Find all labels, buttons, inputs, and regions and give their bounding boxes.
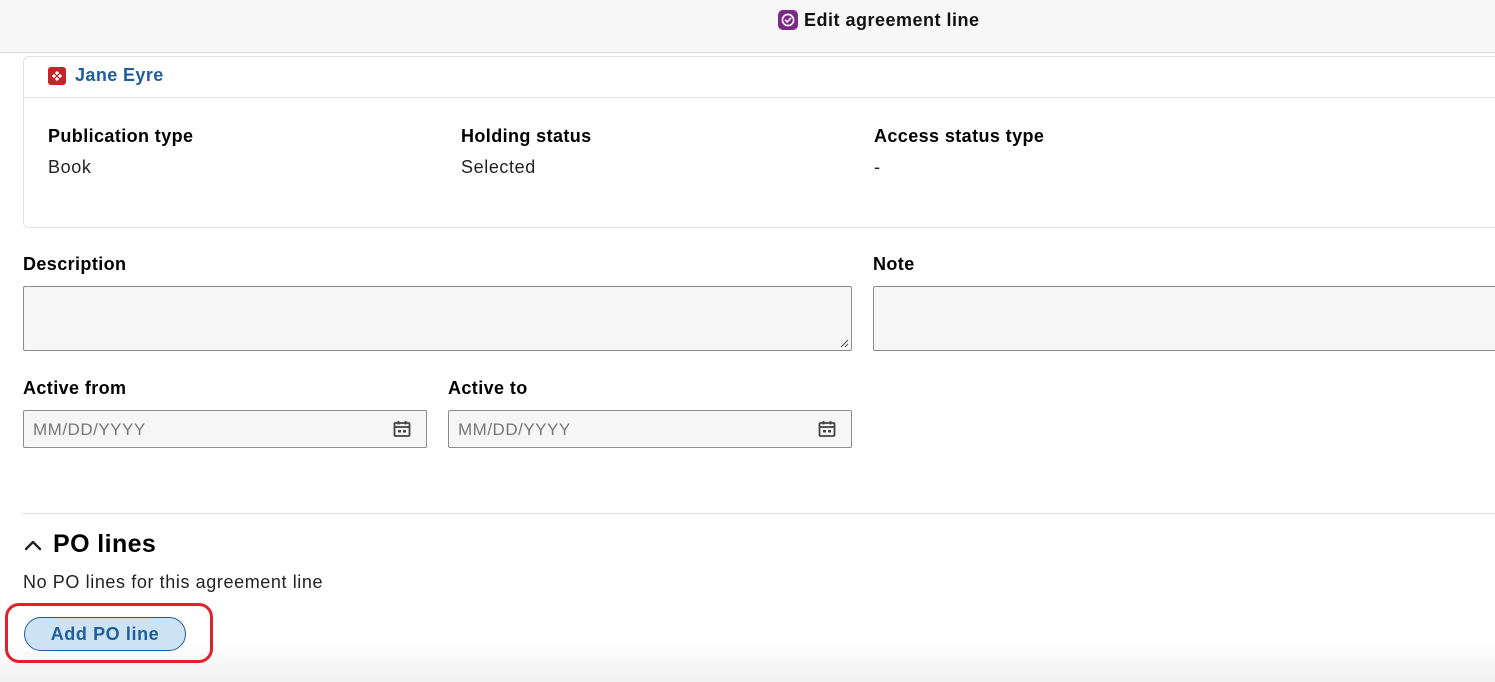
calendar-icon[interactable] — [817, 419, 837, 439]
active-from-placeholder: MM/DD/YYYY — [33, 420, 146, 439]
publication-type-field: Publication type Book — [48, 126, 193, 178]
active-to-input[interactable]: MM/DD/YYYY — [448, 410, 852, 448]
check-badge-icon — [778, 10, 798, 30]
active-to-label: Active to — [448, 378, 528, 398]
po-lines-empty-text: No PO lines for this agreement line — [23, 572, 324, 592]
publication-type-value: Book — [48, 157, 92, 177]
resource-title-link[interactable]: Jane Eyre — [75, 65, 164, 86]
holding-status-label: Holding status — [461, 126, 592, 146]
note-textarea[interactable] — [873, 286, 1495, 351]
publication-type-label: Publication type — [48, 126, 194, 146]
description-textarea[interactable] — [23, 286, 852, 351]
highlight-annotation — [5, 603, 213, 663]
bottom-shade — [0, 640, 1495, 682]
resize-grip-icon[interactable] — [839, 338, 849, 348]
chevron-up-icon[interactable] — [23, 538, 43, 552]
top-bar: Edit agreement line — [0, 0, 1495, 53]
note-label: Note — [873, 254, 915, 274]
resource-card: Jane Eyre Publication type Book Holding … — [23, 56, 1495, 228]
holding-status-field: Holding status Selected — [461, 126, 592, 178]
access-status-type-field: Access status type - — [874, 126, 1044, 178]
active-from-label: Active from — [23, 378, 127, 398]
po-lines-title: PO lines — [53, 530, 157, 558]
active-to-placeholder: MM/DD/YYYY — [458, 420, 571, 439]
description-label: Description — [23, 254, 127, 274]
page-title: Edit agreement line — [804, 9, 980, 30]
resource-icon — [48, 67, 66, 85]
active-from-input[interactable]: MM/DD/YYYY — [23, 410, 427, 448]
po-lines-section-toggle[interactable]: PO lines — [23, 530, 156, 559]
holding-status-value: Selected — [461, 157, 536, 177]
resource-card-header: Jane Eyre — [24, 57, 1495, 98]
section-divider — [23, 513, 1495, 514]
access-status-type-label: Access status type — [874, 126, 1045, 146]
access-status-type-value: - — [874, 157, 881, 177]
page-heading: Edit agreement line — [778, 9, 980, 31]
calendar-icon[interactable] — [392, 419, 412, 439]
